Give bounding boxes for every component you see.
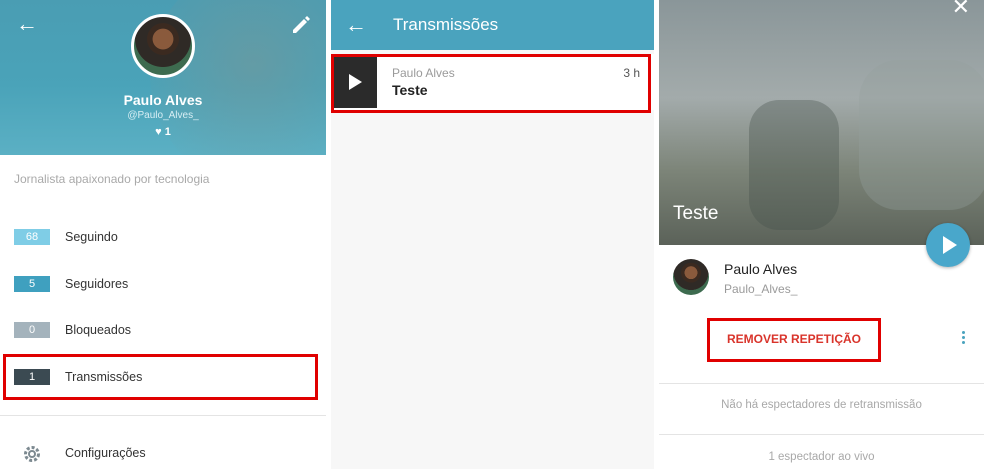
- followers-label: Seguidores: [65, 277, 129, 291]
- heart-icon: ♥: [155, 126, 162, 138]
- blocked-label: Bloqueados: [65, 323, 132, 337]
- video-blur-shape: [859, 60, 984, 210]
- profile-handle: @Paulo_Alves_: [127, 110, 199, 121]
- no-replay-viewers-text: Não há espectadores de retransmissão: [721, 399, 922, 411]
- broadcasts-panel: ← Transmissões Paulo Alves 3 h Teste: [331, 0, 654, 469]
- profile-avatar: [131, 14, 195, 78]
- close-icon[interactable]: ✕: [952, 0, 970, 20]
- video-preview[interactable]: ✕ Teste: [659, 0, 984, 245]
- stat-blocked[interactable]: 0 Bloqueados: [14, 320, 131, 340]
- following-count: 68: [14, 229, 50, 245]
- blocked-count: 0: [14, 322, 50, 338]
- back-arrow-icon[interactable]: ←: [16, 13, 38, 35]
- edit-pencil-icon[interactable]: [290, 13, 312, 35]
- divider: [0, 415, 326, 416]
- replay-panel: ✕ Teste Paulo Alves Paulo_Alves_ REMOVER…: [659, 0, 984, 469]
- highlight-broadcast-item: [331, 54, 651, 113]
- divider: [659, 383, 984, 384]
- gear-icon: [24, 446, 40, 462]
- profile-header: ← Paulo Alves @Paulo_Alves_ ♥ 1: [0, 0, 326, 155]
- stat-following[interactable]: 68 Seguindo: [14, 227, 118, 247]
- likes-count: 1: [164, 126, 171, 138]
- back-arrow-icon[interactable]: ←: [345, 14, 367, 36]
- live-viewers-text: 1 espectador ao vivo: [768, 451, 875, 463]
- divider: [659, 434, 984, 435]
- highlight-broadcasts: [3, 354, 318, 400]
- video-blur-shape: [749, 100, 839, 230]
- followers-count: 5: [14, 276, 50, 292]
- highlight-remove-replay: [707, 318, 881, 362]
- profile-bio: Jornalista apaixonado por tecnologia: [14, 172, 210, 186]
- user-avatar[interactable]: [673, 259, 709, 295]
- page-title: Transmissões: [393, 15, 499, 34]
- profile-panel: ← Paulo Alves @Paulo_Alves_ ♥ 1 Jornalis…: [0, 0, 326, 469]
- profile-name: Paulo Alves: [123, 92, 203, 108]
- following-label: Seguindo: [65, 230, 118, 244]
- user-handle: Paulo_Alves_: [724, 282, 798, 296]
- play-icon: [943, 236, 957, 254]
- video-title: Teste: [673, 203, 719, 224]
- play-button[interactable]: [926, 223, 970, 267]
- settings-label[interactable]: Configurações: [65, 446, 146, 460]
- user-name: Paulo Alves: [724, 261, 798, 277]
- profile-likes: ♥ 1: [0, 126, 326, 138]
- stat-followers[interactable]: 5 Seguidores: [14, 274, 128, 294]
- broadcasts-header: ← Transmissões: [331, 0, 654, 50]
- more-options-icon[interactable]: [956, 331, 970, 349]
